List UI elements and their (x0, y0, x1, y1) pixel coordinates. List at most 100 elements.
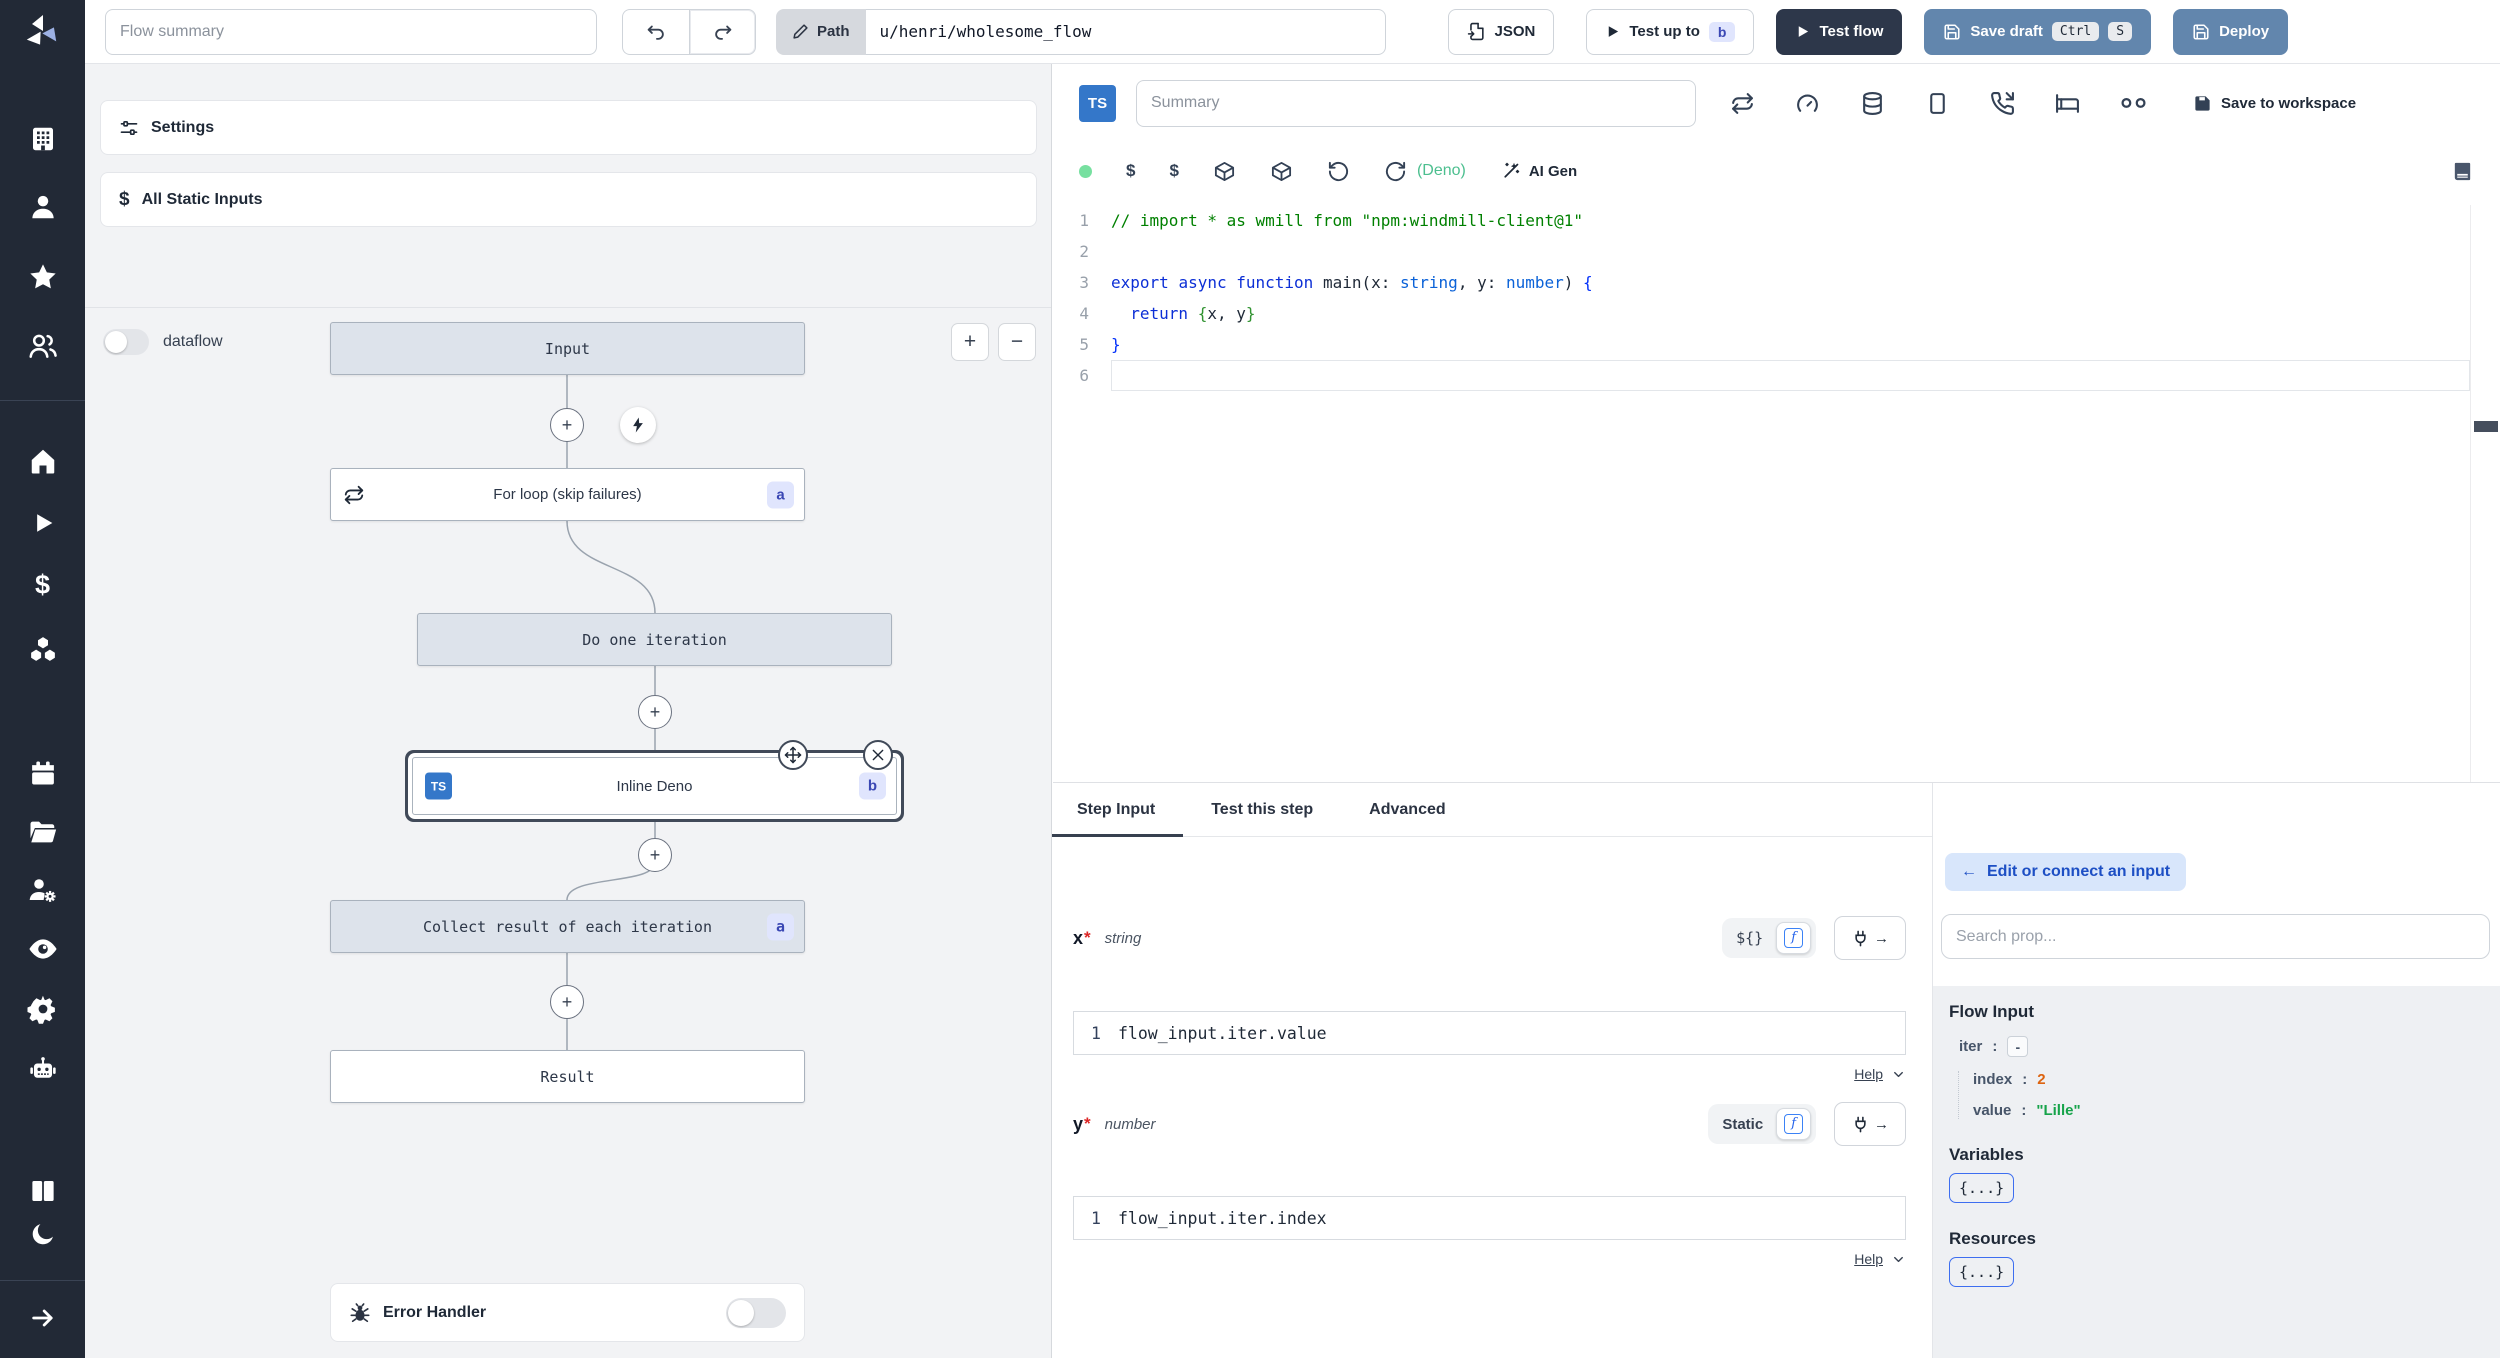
trigger-bolt-button[interactable] (620, 407, 656, 443)
variables-dollar-icon[interactable]: $ (1169, 161, 1178, 181)
code-editor[interactable]: 1// import * as wmill from "npm:windmill… (1053, 205, 2470, 782)
deploy-button[interactable]: Deploy (2173, 8, 2289, 55)
audit-eye-icon[interactable] (27, 933, 59, 965)
graph-zoom-in-button[interactable]: + (951, 323, 989, 361)
file-json-icon (1467, 22, 1484, 41)
field-y-expression-input[interactable]: 1 flow_input.iter.index (1073, 1196, 1906, 1240)
favorites-star-icon[interactable] (27, 261, 59, 293)
concurrency-square-icon[interactable] (1925, 91, 1950, 116)
step-summary-input[interactable]: Summary (1136, 79, 1696, 127)
connect-input-button[interactable]: → (1834, 1102, 1906, 1146)
connect-input-button[interactable]: → (1834, 916, 1906, 960)
package-icon[interactable] (1270, 160, 1293, 183)
code-line[interactable]: 2 (1053, 236, 2470, 267)
edit-or-connect-button[interactable]: ← Edit or connect an input (1945, 853, 2187, 891)
field-y-name: y (1073, 1113, 1084, 1134)
save-draft-button[interactable]: Save draft Ctrl S (1924, 8, 2152, 55)
package-icon[interactable] (1213, 160, 1236, 183)
mode-javascript-option[interactable]: f (1776, 1108, 1811, 1140)
home-icon[interactable] (28, 446, 58, 476)
all-static-inputs-button[interactable]: $ All Static Inputs (100, 172, 1037, 227)
assets-dollar-icon[interactable]: $ (1126, 161, 1135, 181)
dataflow-toggle[interactable] (103, 329, 149, 355)
flow-node-for-loop[interactable]: For loop (skip failures) a (330, 468, 805, 521)
flow-node-input[interactable]: Input (330, 322, 805, 375)
path-label[interactable]: Path (776, 8, 866, 55)
workers-users-gear-icon[interactable] (27, 874, 59, 906)
line-number: 4 (1079, 304, 1089, 323)
runtime-selector[interactable]: (Deno) (1384, 160, 1466, 183)
tree-row-value[interactable]: value : "Lille" (1973, 1102, 2484, 1119)
path-input[interactable]: u/henri/wholesome_flow (865, 8, 1386, 55)
field-x-help[interactable]: Help (1854, 1066, 1906, 1082)
groups-icon[interactable] (27, 330, 59, 362)
flow-node-collect-result[interactable]: Collect result of each iteration a (330, 900, 805, 953)
folders-icon[interactable] (28, 817, 58, 847)
flow-summary-input[interactable]: Flow summary (105, 8, 597, 55)
tree-row-index[interactable]: index : 2 (1973, 1071, 2484, 1088)
flow-node-result[interactable]: Result (330, 1050, 805, 1103)
field-y-help[interactable]: Help (1854, 1251, 1906, 1267)
gauge-icon[interactable] (1795, 91, 1820, 116)
add-step-button[interactable]: + (638, 695, 672, 729)
ai-gen-button[interactable]: AI Gen (1500, 161, 1577, 182)
test-flow-button[interactable]: Test flow (1776, 8, 1903, 55)
sidebar: $ (0, 0, 85, 1358)
mode-template-option[interactable]: ${} (1727, 929, 1772, 947)
error-handler-toggle[interactable] (726, 1297, 786, 1328)
delete-node-button[interactable] (863, 740, 893, 770)
code-line[interactable]: 1// import * as wmill from "npm:windmill… (1053, 205, 2470, 236)
cache-database-icon[interactable] (1860, 91, 1885, 116)
code-line[interactable]: 6 (1053, 360, 2470, 391)
rotate-ccw-icon[interactable] (1327, 160, 1350, 183)
test-up-to-step-badge: b (1708, 21, 1736, 42)
code-line[interactable]: 4 return {x, y} (1053, 298, 2470, 329)
undo-button[interactable] (622, 8, 689, 55)
mode-javascript-option[interactable]: f (1776, 922, 1811, 954)
code-line[interactable]: 3 export async function main(x: string, y… (1053, 267, 2470, 298)
variables-dollar-icon[interactable]: $ (35, 570, 50, 601)
add-step-button[interactable]: + (550, 408, 584, 442)
resources-cubes-icon[interactable] (28, 634, 58, 664)
mock-voicemail-icon[interactable] (2120, 90, 2147, 117)
flow-node-do-one-iteration[interactable]: Do one iteration (417, 613, 892, 666)
editor-scrollbar[interactable] (2470, 205, 2500, 782)
scrollbar-thumb[interactable] (2474, 421, 2498, 432)
collapse-button[interactable]: - (2007, 1036, 2029, 1057)
json-button[interactable]: JSON (1447, 8, 1555, 55)
mode-static-option[interactable]: Static (1713, 1116, 1772, 1133)
windmill-logo[interactable] (22, 12, 62, 52)
search-prop-input[interactable]: Search prop... (1941, 914, 2490, 959)
runs-play-icon[interactable] (29, 509, 57, 537)
graph-zoom-out-button[interactable]: − (998, 323, 1036, 361)
tree-row-iter[interactable]: iter : - (1959, 1036, 2484, 1057)
move-node-handle[interactable] (778, 740, 808, 770)
flow-node-inline-deno[interactable]: TS Inline Deno b (412, 757, 897, 815)
resources-expand-button[interactable]: {...} (1949, 1257, 2015, 1287)
sleep-bed-icon[interactable] (2055, 91, 2080, 116)
retry-repeat-icon[interactable] (1730, 91, 1755, 116)
expand-sidebar-arrow-icon[interactable] (29, 1304, 57, 1332)
library-book-icon[interactable] (2451, 160, 2474, 183)
ai-robot-icon[interactable] (27, 1055, 58, 1086)
variables-expand-button[interactable]: {...} (1949, 1173, 2015, 1203)
add-step-button[interactable]: + (550, 985, 584, 1019)
tab-test-this-step[interactable]: Test this step (1211, 783, 1313, 836)
phone-incoming-icon[interactable] (1990, 91, 2015, 116)
field-x-expression-input[interactable]: 1 flow_input.iter.value (1073, 1011, 1906, 1055)
error-handler-row[interactable]: Error Handler (330, 1283, 805, 1342)
tab-advanced[interactable]: Advanced (1369, 783, 1445, 836)
tab-step-input[interactable]: Step Input (1051, 783, 1184, 837)
workspace-icon[interactable] (28, 124, 58, 154)
settings-gear-icon[interactable] (27, 994, 58, 1025)
schedules-calendar-icon[interactable] (28, 759, 57, 788)
code-line[interactable]: 5} (1053, 329, 2470, 360)
dark-mode-moon-icon[interactable] (29, 1220, 57, 1248)
user-icon[interactable] (28, 192, 58, 222)
flow-settings-button[interactable]: Settings (100, 100, 1037, 155)
save-to-workspace-button[interactable]: Save to workspace (2193, 94, 2356, 113)
redo-button[interactable] (689, 8, 756, 55)
add-step-button[interactable]: + (638, 838, 672, 872)
test-up-to-button[interactable]: Test up to b (1586, 8, 1755, 55)
docs-books-icon[interactable] (28, 1176, 58, 1206)
